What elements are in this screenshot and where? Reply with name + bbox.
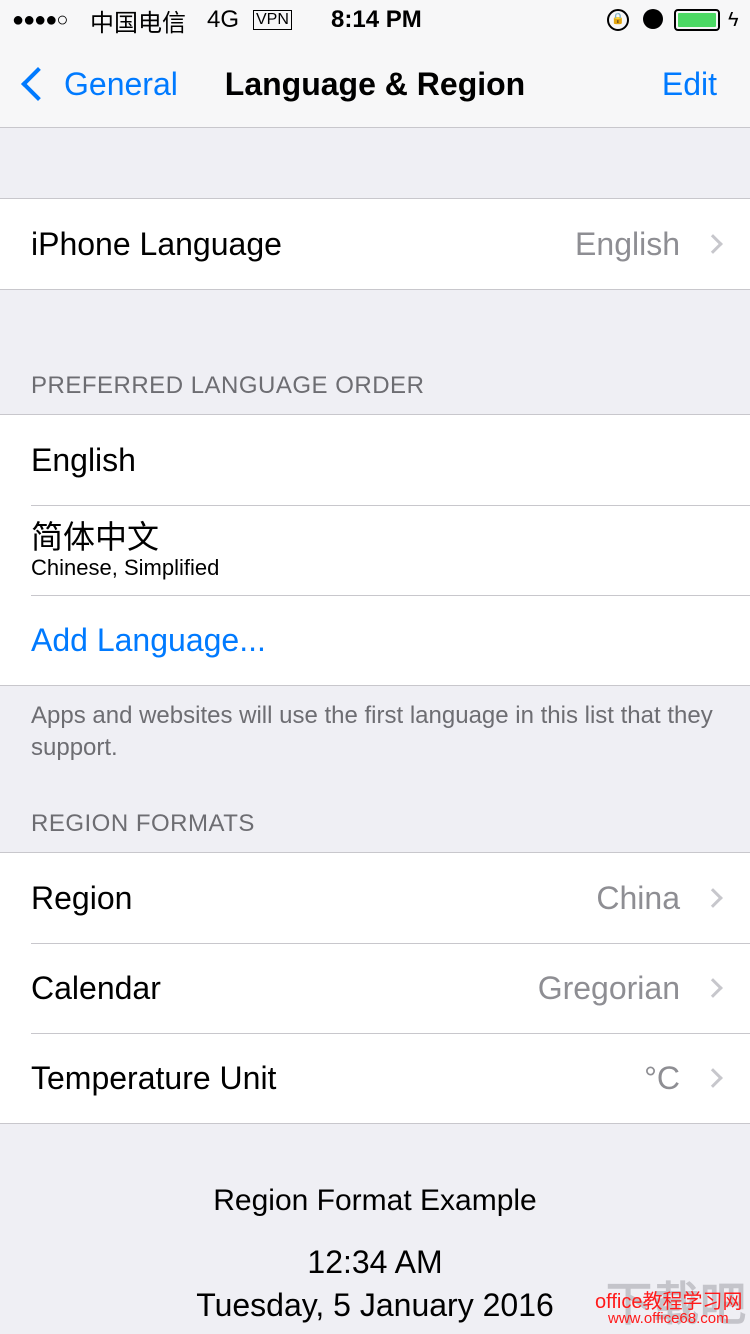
row-label: Temperature Unit: [31, 1059, 277, 1096]
rotation-lock-icon: 🔒: [607, 9, 629, 31]
region-row[interactable]: Region China: [0, 853, 750, 943]
signal-icon: ●●●●○: [12, 8, 68, 31]
alarm-icon: [643, 9, 663, 29]
vpn-badge: VPN: [253, 10, 292, 30]
battery-icon: [674, 9, 720, 31]
language-item-chinese[interactable]: 简体中文 Chinese, Simplified: [0, 505, 750, 595]
watermark-url: www.office68.com: [608, 1310, 729, 1327]
chevron-right-icon: [703, 1068, 723, 1088]
row-label: English: [31, 441, 136, 478]
row-value: Gregorian: [537, 969, 680, 1006]
network-type: 4G: [207, 6, 240, 33]
iphone-language-row[interactable]: iPhone Language English: [0, 199, 750, 289]
add-language-button[interactable]: Add Language...: [0, 595, 750, 685]
calendar-row[interactable]: Calendar Gregorian: [0, 943, 750, 1033]
chevron-right-icon: [703, 888, 723, 908]
row-label: Region: [31, 879, 133, 916]
edit-button[interactable]: Edit: [662, 40, 717, 128]
clock: 8:14 PM: [331, 6, 422, 33]
chevron-right-icon: [703, 978, 723, 998]
example-title: Region Format Example: [213, 1184, 537, 1217]
preferred-language-group: English 简体中文 Chinese, Simplified Add Lan…: [0, 414, 750, 686]
navigation-bar: General Language & Region Edit: [0, 40, 750, 128]
row-value: English: [575, 225, 680, 262]
row-sublabel: Chinese, Simplified: [31, 555, 220, 580]
row-value: China: [596, 879, 680, 916]
region-formats-group: Region China Calendar Gregorian Temperatur…: [0, 852, 750, 1124]
charging-icon: ϟ: [728, 8, 739, 31]
row-value: °C: [644, 1059, 680, 1096]
language-item-english[interactable]: English: [0, 415, 750, 505]
row-label: iPhone Language: [31, 225, 282, 262]
row-label: 简体中文: [31, 519, 160, 555]
section-header: PREFERRED LANGUAGE ORDER: [31, 372, 425, 399]
temperature-unit-row[interactable]: Temperature Unit °C: [0, 1033, 750, 1123]
add-language-label: Add Language...: [31, 621, 266, 658]
row-label: Calendar: [31, 969, 161, 1006]
iphone-language-group: iPhone Language English: [0, 198, 750, 290]
status-bar: ●●●●○ 中国电信 4G VPN 8:14 PM 🔒 ϟ: [0, 0, 750, 40]
section-footer: Apps and websites will use the first lan…: [31, 702, 713, 761]
carrier: 中国电信: [90, 9, 186, 37]
section-header: REGION FORMATS: [31, 810, 255, 837]
page-title: Language & Region: [224, 66, 526, 102]
chevron-right-icon: [703, 234, 723, 254]
